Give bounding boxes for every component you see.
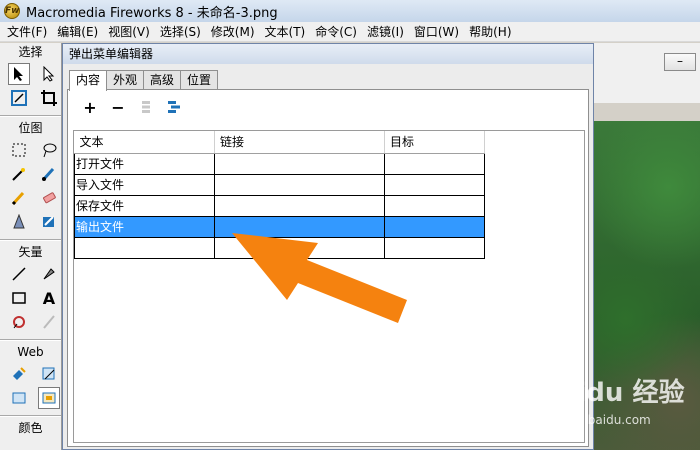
annotation-arrow-icon <box>232 233 407 323</box>
tab-content[interactable]: 内容 <box>69 70 108 91</box>
arrow-shape <box>232 233 407 323</box>
